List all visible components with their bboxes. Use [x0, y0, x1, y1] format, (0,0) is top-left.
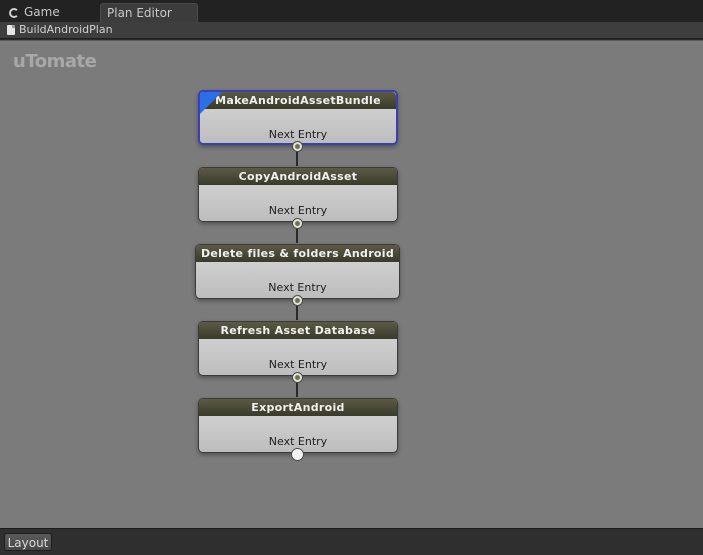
plan-node[interactable]: MakeAndroidAssetBundle Next Entry: [198, 90, 398, 145]
game-icon: [9, 8, 19, 18]
plan-canvas[interactable]: uTomate MakeAndroidAssetBundle Next Entr…: [0, 40, 703, 528]
connector-line: [296, 306, 298, 320]
plan-node[interactable]: Delete files & folders Android Next Entr…: [195, 244, 400, 299]
tab-bar: Game Plan Editor: [0, 0, 703, 22]
document-icon: [7, 25, 15, 35]
tab-plan-editor[interactable]: Plan Editor: [100, 3, 198, 22]
selection-flag-icon: [200, 92, 222, 114]
connector-line: [296, 383, 298, 397]
node-title: ExportAndroid: [199, 399, 397, 416]
tab-game[interactable]: Game: [4, 3, 96, 22]
node-next-entry: Next Entry: [268, 435, 328, 448]
connector-line: [296, 229, 298, 243]
node-next-entry: Next Entry: [268, 204, 328, 217]
node-next-entry: Next Entry: [268, 358, 328, 371]
next-entry-port[interactable]: [291, 448, 304, 461]
next-entry-port[interactable]: [292, 141, 303, 152]
next-entry-port[interactable]: [292, 372, 303, 383]
node-next-entry: Next Entry: [268, 128, 328, 141]
node-next-entry: Next Entry: [268, 281, 327, 294]
plan-node[interactable]: ExportAndroid Next Entry: [198, 398, 398, 453]
plan-name[interactable]: BuildAndroidPlan: [19, 23, 113, 36]
connector-line: [296, 152, 298, 166]
brand-logo: uTomate: [13, 51, 97, 72]
node-title: Refresh Asset Database: [199, 322, 397, 339]
layout-button[interactable]: Layout: [4, 533, 52, 551]
next-entry-port[interactable]: [292, 218, 303, 229]
plan-node[interactable]: CopyAndroidAsset Next Entry: [198, 167, 398, 222]
node-title: CopyAndroidAsset: [199, 168, 397, 185]
tab-game-label: Game: [24, 5, 60, 19]
next-entry-port[interactable]: [292, 295, 303, 306]
plan-node[interactable]: Refresh Asset Database Next Entry: [198, 321, 398, 376]
node-title: Delete files & folders Android: [196, 245, 399, 262]
node-title: MakeAndroidAssetBundle: [200, 92, 396, 109]
tab-plan-editor-label: Plan Editor: [107, 6, 172, 20]
bottom-bar: Layout: [0, 528, 703, 555]
plan-toolbar: BuildAndroidPlan: [0, 22, 703, 39]
